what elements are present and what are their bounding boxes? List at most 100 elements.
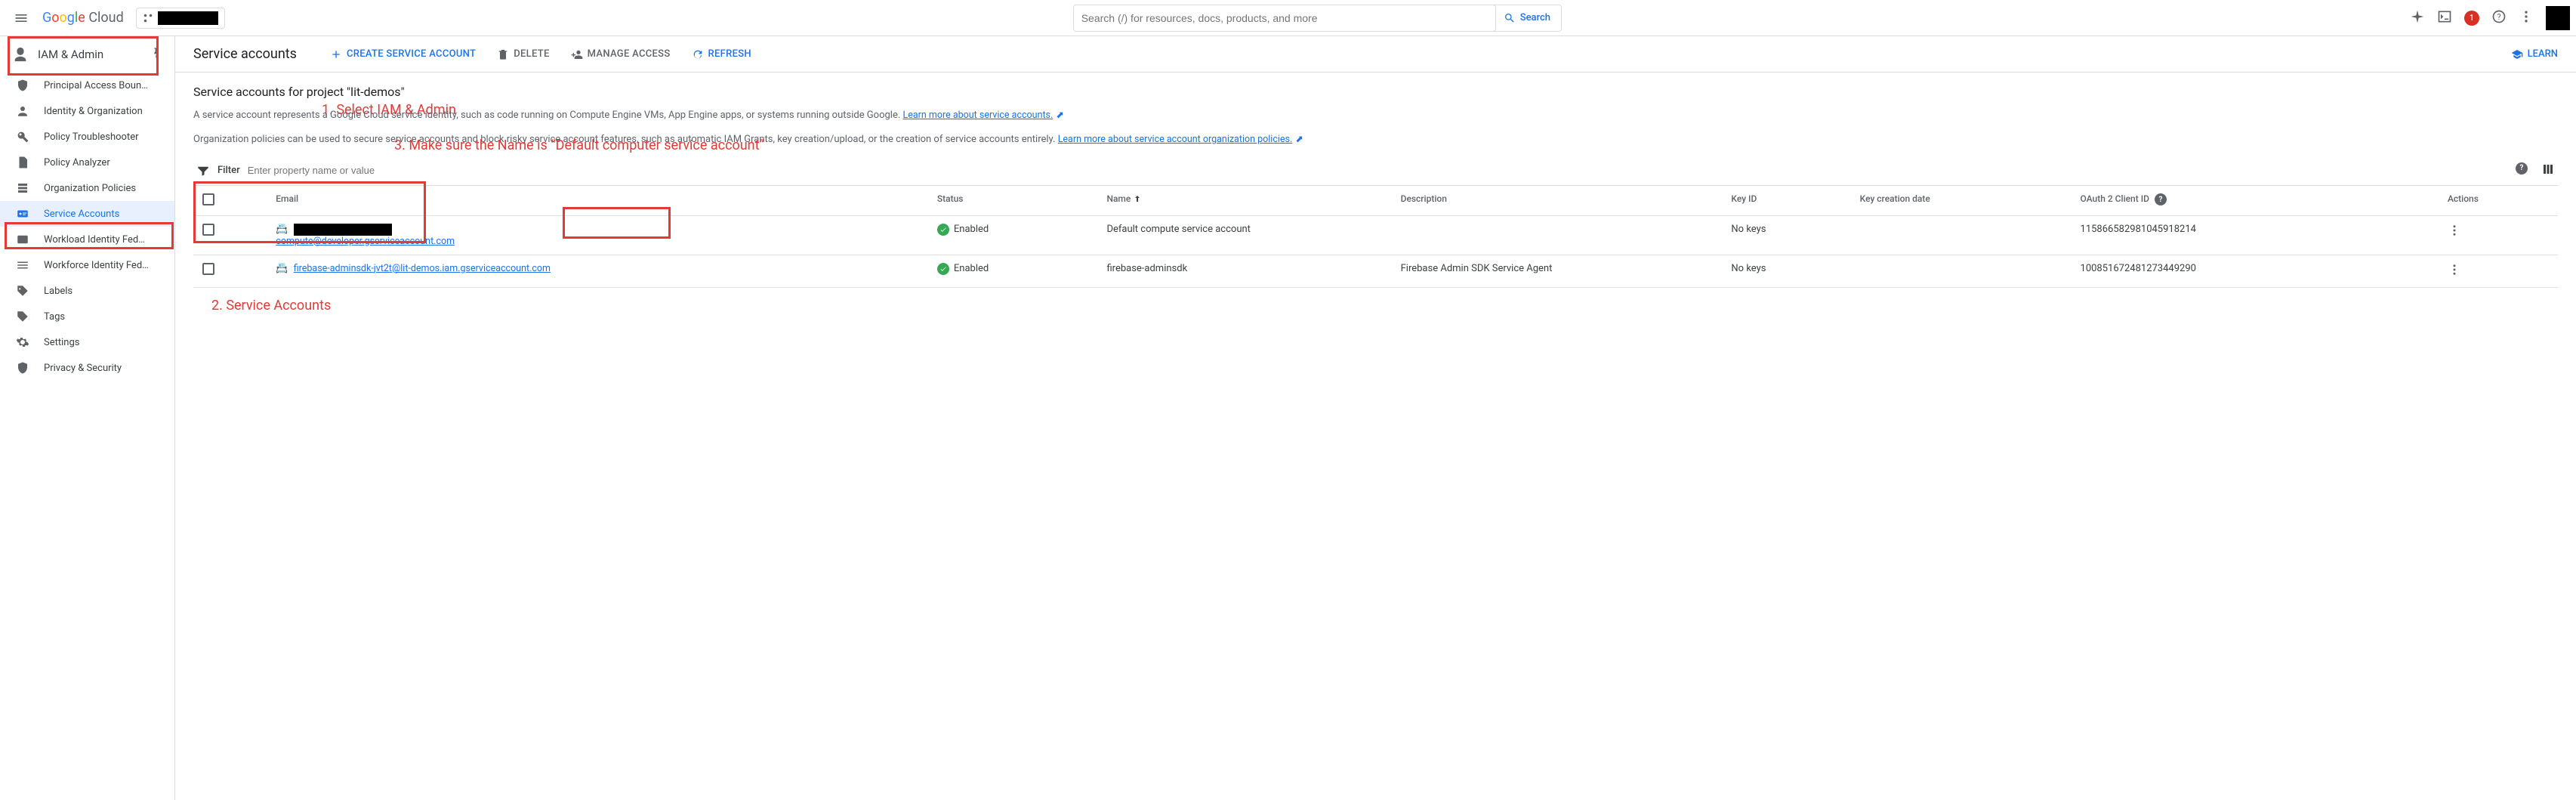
create-service-account-button[interactable]: CREATE SERVICE ACCOUNT bbox=[330, 48, 476, 60]
learn-label: LEARN bbox=[2528, 48, 2558, 60]
wrench-icon bbox=[15, 129, 30, 144]
tag-icon bbox=[15, 283, 30, 298]
shield-person-icon bbox=[15, 78, 30, 93]
row-checkbox[interactable] bbox=[202, 263, 214, 275]
col-keyid[interactable]: Key ID bbox=[1722, 186, 1850, 216]
refresh-button[interactable]: REFRESH bbox=[692, 48, 751, 60]
content-subtitle: Service accounts for project "lit-demos" bbox=[193, 85, 2558, 99]
filter-icon[interactable] bbox=[196, 164, 210, 178]
delete-button[interactable]: DELETE bbox=[497, 48, 549, 60]
external-link-icon: ⬈ bbox=[1056, 109, 1063, 123]
person-plus-icon bbox=[571, 48, 583, 60]
column-chooser-icon[interactable] bbox=[2541, 162, 2555, 179]
sidebar-section-header[interactable]: IAM & Admin bbox=[0, 36, 174, 73]
desc-1: A service account represents a Google Cl… bbox=[193, 108, 2558, 123]
sidebar-item-workforce-identity[interactable]: Workforce Identity Fed… bbox=[0, 252, 174, 278]
sidebar-item-service-accounts[interactable]: Service Accounts bbox=[0, 201, 174, 227]
svg-text:?: ? bbox=[2497, 12, 2500, 22]
learn-more-service-accounts-link[interactable]: Learn more about service accounts.⬈ bbox=[903, 110, 1064, 121]
manage-access-button[interactable]: MANAGE ACCESS bbox=[571, 48, 671, 60]
email-link[interactable]: compute@developer.gserviceaccount.com bbox=[276, 236, 455, 247]
col-name[interactable]: Name bbox=[1097, 186, 1391, 216]
cell-keydate bbox=[1851, 255, 2072, 287]
search-button[interactable]: Search bbox=[1493, 5, 1562, 32]
row-actions-menu[interactable] bbox=[2448, 268, 2461, 280]
cloud-shell-icon[interactable] bbox=[2437, 9, 2452, 27]
project-selector[interactable] bbox=[136, 8, 225, 29]
create-label: CREATE SERVICE ACCOUNT bbox=[347, 48, 476, 60]
topbar-right: 1 ? bbox=[2410, 6, 2570, 30]
service-account-icon: 📇 bbox=[276, 224, 288, 235]
sidebar-item-org-policies[interactable]: Organization Policies bbox=[0, 175, 174, 201]
col-status[interactable]: Status bbox=[928, 186, 1098, 216]
sidebar-item-label: Settings bbox=[44, 337, 79, 348]
content: 3. Make sure the Name is “Default comput… bbox=[175, 73, 2576, 300]
sidebar-item-label: Workforce Identity Fed… bbox=[44, 260, 149, 271]
project-name-redacted bbox=[158, 11, 218, 25]
sidebar-item-policy-troubleshooter[interactable]: Policy Troubleshooter bbox=[0, 124, 174, 150]
hamburger-menu[interactable] bbox=[6, 3, 36, 33]
annotation-text-2: 2. Service Accounts bbox=[211, 298, 331, 314]
sidebar-item-label: Tags bbox=[44, 311, 65, 323]
trash-icon bbox=[497, 48, 509, 60]
sidebar-item-identity-org[interactable]: Identity & Organization bbox=[0, 98, 174, 124]
page-title: Service accounts bbox=[193, 46, 297, 62]
id-card-icon bbox=[15, 232, 30, 247]
overflow-menu-icon[interactable] bbox=[2519, 9, 2534, 27]
iam-admin-icon bbox=[12, 46, 29, 63]
cell-status: Enabled bbox=[928, 255, 1098, 287]
cell-email: 📇 compute@developer.gserviceaccount.com bbox=[267, 215, 928, 255]
action-bar: Service accounts CREATE SERVICE ACCOUNT … bbox=[175, 36, 2576, 73]
cell-status: Enabled bbox=[928, 215, 1098, 255]
list-doc-icon bbox=[15, 181, 30, 196]
col-keydate[interactable]: Key creation date bbox=[1851, 186, 2072, 216]
col-oauth[interactable]: OAuth 2 Client ID ? bbox=[2072, 186, 2439, 216]
status-enabled-icon bbox=[937, 263, 949, 275]
account-avatar[interactable] bbox=[2546, 6, 2570, 30]
cell-name: Default compute service account bbox=[1097, 215, 1391, 255]
help-icon[interactable]: ? bbox=[2491, 9, 2507, 27]
oauth-help-icon[interactable]: ? bbox=[2155, 193, 2167, 205]
cell-keydate bbox=[1851, 215, 2072, 255]
gemini-icon[interactable] bbox=[2410, 9, 2425, 27]
layout: IAM & Admin Principal Access Boun… Ident… bbox=[0, 36, 2576, 800]
col-email[interactable]: Email bbox=[267, 186, 928, 216]
learn-button[interactable]: LEARN bbox=[2511, 48, 2558, 60]
filter-bar: Filter ? bbox=[193, 156, 2558, 186]
sidebar-item-settings[interactable]: Settings bbox=[0, 329, 174, 355]
sidebar-item-policy-analyzer[interactable]: Policy Analyzer bbox=[0, 150, 174, 175]
sidebar-item-principal-access[interactable]: Principal Access Boun… bbox=[0, 73, 174, 98]
pin-icon[interactable] bbox=[150, 47, 162, 62]
col-description[interactable]: Description bbox=[1392, 186, 1723, 216]
filter-help-icon[interactable]: ? bbox=[2516, 162, 2528, 175]
search-box[interactable] bbox=[1073, 5, 1496, 32]
cell-oauth: 115866582981045918214 bbox=[2072, 215, 2439, 255]
cell-description: Firebase Admin SDK Service Agent bbox=[1392, 255, 1723, 287]
badge-icon bbox=[15, 206, 30, 221]
sidebar-item-privacy-security[interactable]: Privacy & Security bbox=[0, 355, 174, 381]
select-all-checkbox[interactable] bbox=[202, 193, 214, 205]
email-link[interactable]: firebase-adminsdk-jvt2t@lit-demos.iam.gs… bbox=[294, 263, 551, 274]
row-checkbox[interactable] bbox=[202, 224, 214, 236]
table-row[interactable]: 📇 compute@developer.gserviceaccount.com … bbox=[193, 215, 2558, 255]
sidebar-item-workload-identity[interactable]: Workload Identity Fed… bbox=[0, 227, 174, 252]
sidebar-item-labels[interactable]: Labels bbox=[0, 278, 174, 304]
learn-more-org-policies-link[interactable]: Learn more about service account organiz… bbox=[1058, 134, 1303, 145]
cell-email: 📇 firebase-adminsdk-jvt2t@lit-demos.iam.… bbox=[267, 255, 928, 287]
row-actions-menu[interactable] bbox=[2448, 229, 2461, 240]
sidebar-item-label: Identity & Organization bbox=[44, 106, 143, 117]
search-container: Search bbox=[231, 5, 2404, 32]
notification-badge[interactable]: 1 bbox=[2464, 11, 2479, 26]
cell-keyid: No keys bbox=[1722, 215, 1850, 255]
graduation-cap-icon bbox=[2511, 48, 2523, 60]
filter-input[interactable] bbox=[248, 165, 2508, 176]
lock-shield-icon bbox=[15, 360, 30, 375]
sidebar-scroll[interactable]: Principal Access Boun… Identity & Organi… bbox=[0, 73, 174, 800]
gcp-logo[interactable]: Google Cloud bbox=[42, 10, 124, 26]
table-row[interactable]: 📇 firebase-adminsdk-jvt2t@lit-demos.iam.… bbox=[193, 255, 2558, 287]
search-input[interactable] bbox=[1081, 12, 1488, 24]
search-button-label: Search bbox=[1520, 12, 1550, 23]
email-redacted bbox=[294, 224, 392, 236]
sidebar-item-tags[interactable]: Tags bbox=[0, 304, 174, 329]
project-icon bbox=[143, 13, 153, 23]
